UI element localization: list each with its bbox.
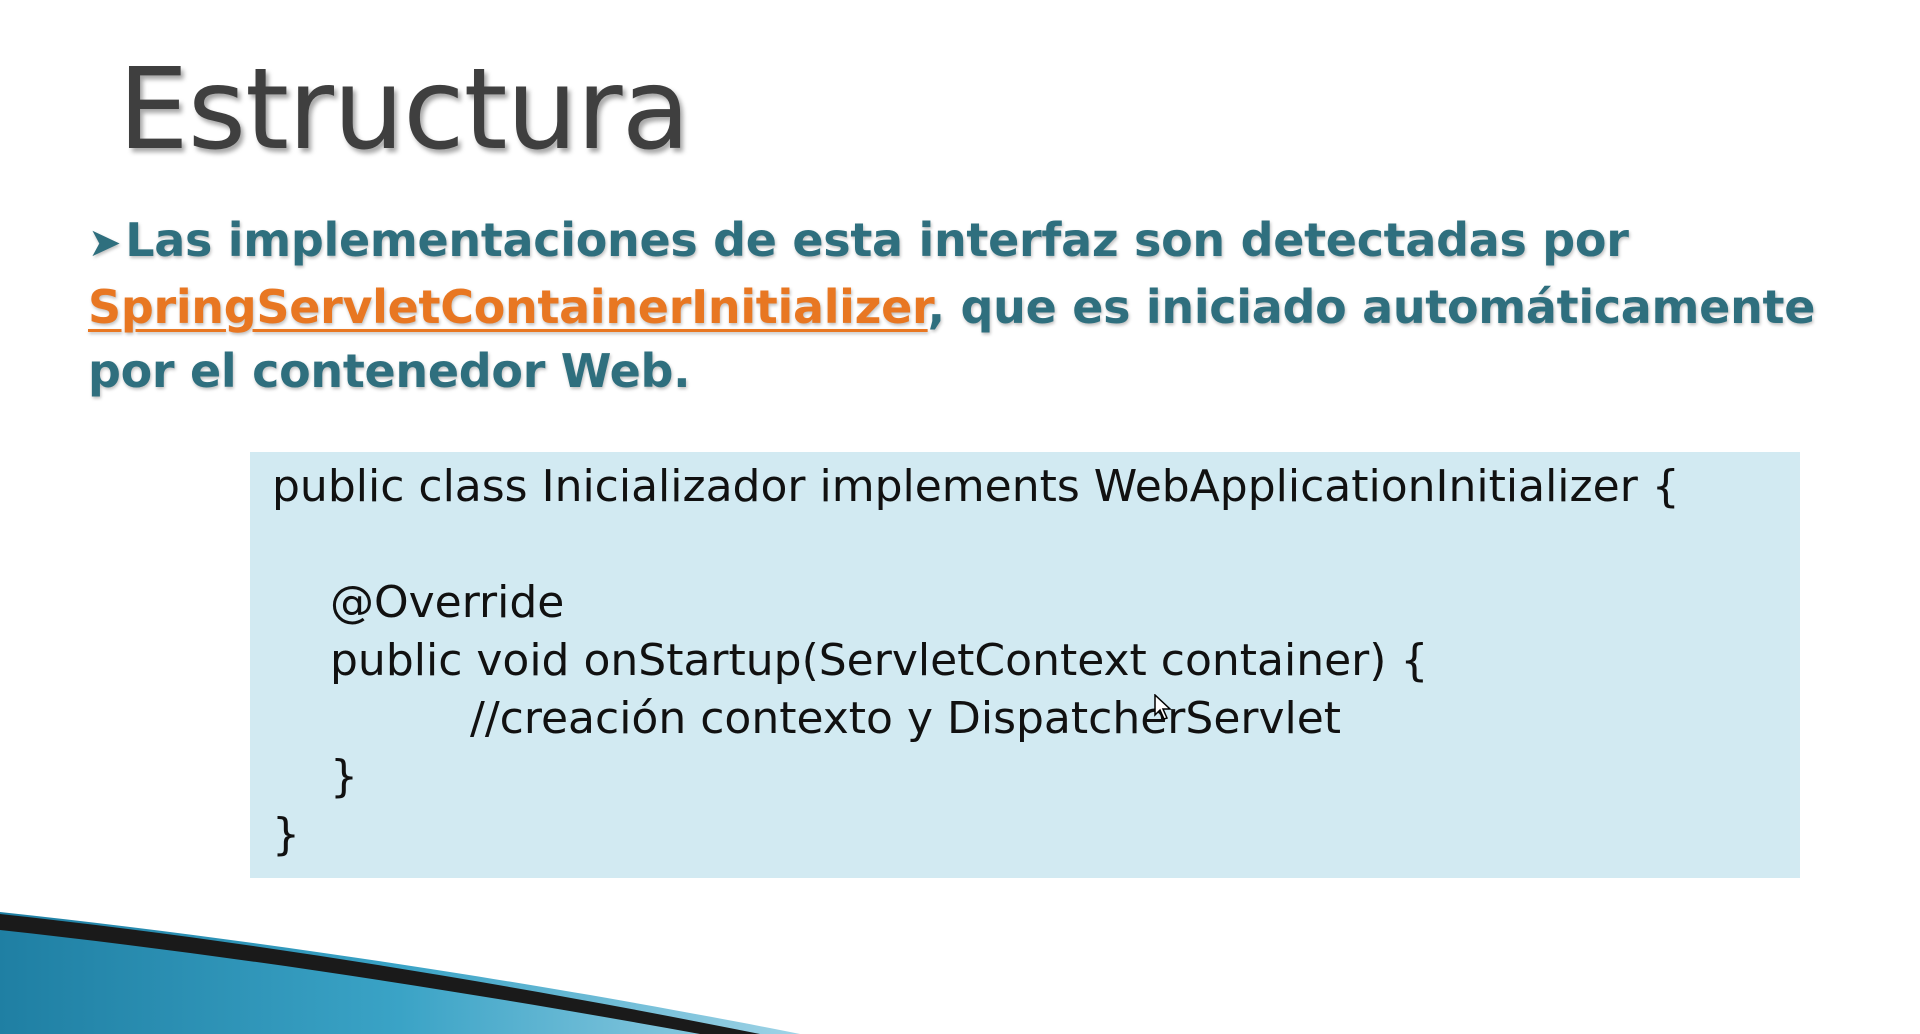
- code-block: public class Inicializador implements We…: [250, 452, 1800, 878]
- code-line-class-declaration: public class Inicializador implements We…: [272, 461, 1680, 512]
- arrow-bullet-icon: ➤: [88, 220, 122, 266]
- code-line-method-signature: public void onStartup(ServletContext con…: [330, 635, 1429, 686]
- bullet-paragraph: ➤Las implementaciones de esta interfaz s…: [88, 208, 1848, 403]
- mouse-cursor-icon: [1154, 694, 1172, 720]
- slide: Estructura ➤Las implementaciones de esta…: [0, 0, 1920, 1034]
- code-line-comment: //creación contexto y DispatcherServlet: [470, 693, 1342, 744]
- spring-initializer-link[interactable]: SpringServletContainerInitializer: [88, 280, 928, 334]
- decorative-swoosh: [0, 912, 800, 1034]
- code-line-class-close: }: [272, 809, 300, 860]
- slide-title: Estructura: [118, 45, 690, 175]
- code-line-annotation: @Override: [330, 577, 565, 628]
- code-line-method-close: }: [330, 751, 358, 802]
- bullet-text-before: Las implementaciones de esta interfaz so…: [125, 213, 1629, 267]
